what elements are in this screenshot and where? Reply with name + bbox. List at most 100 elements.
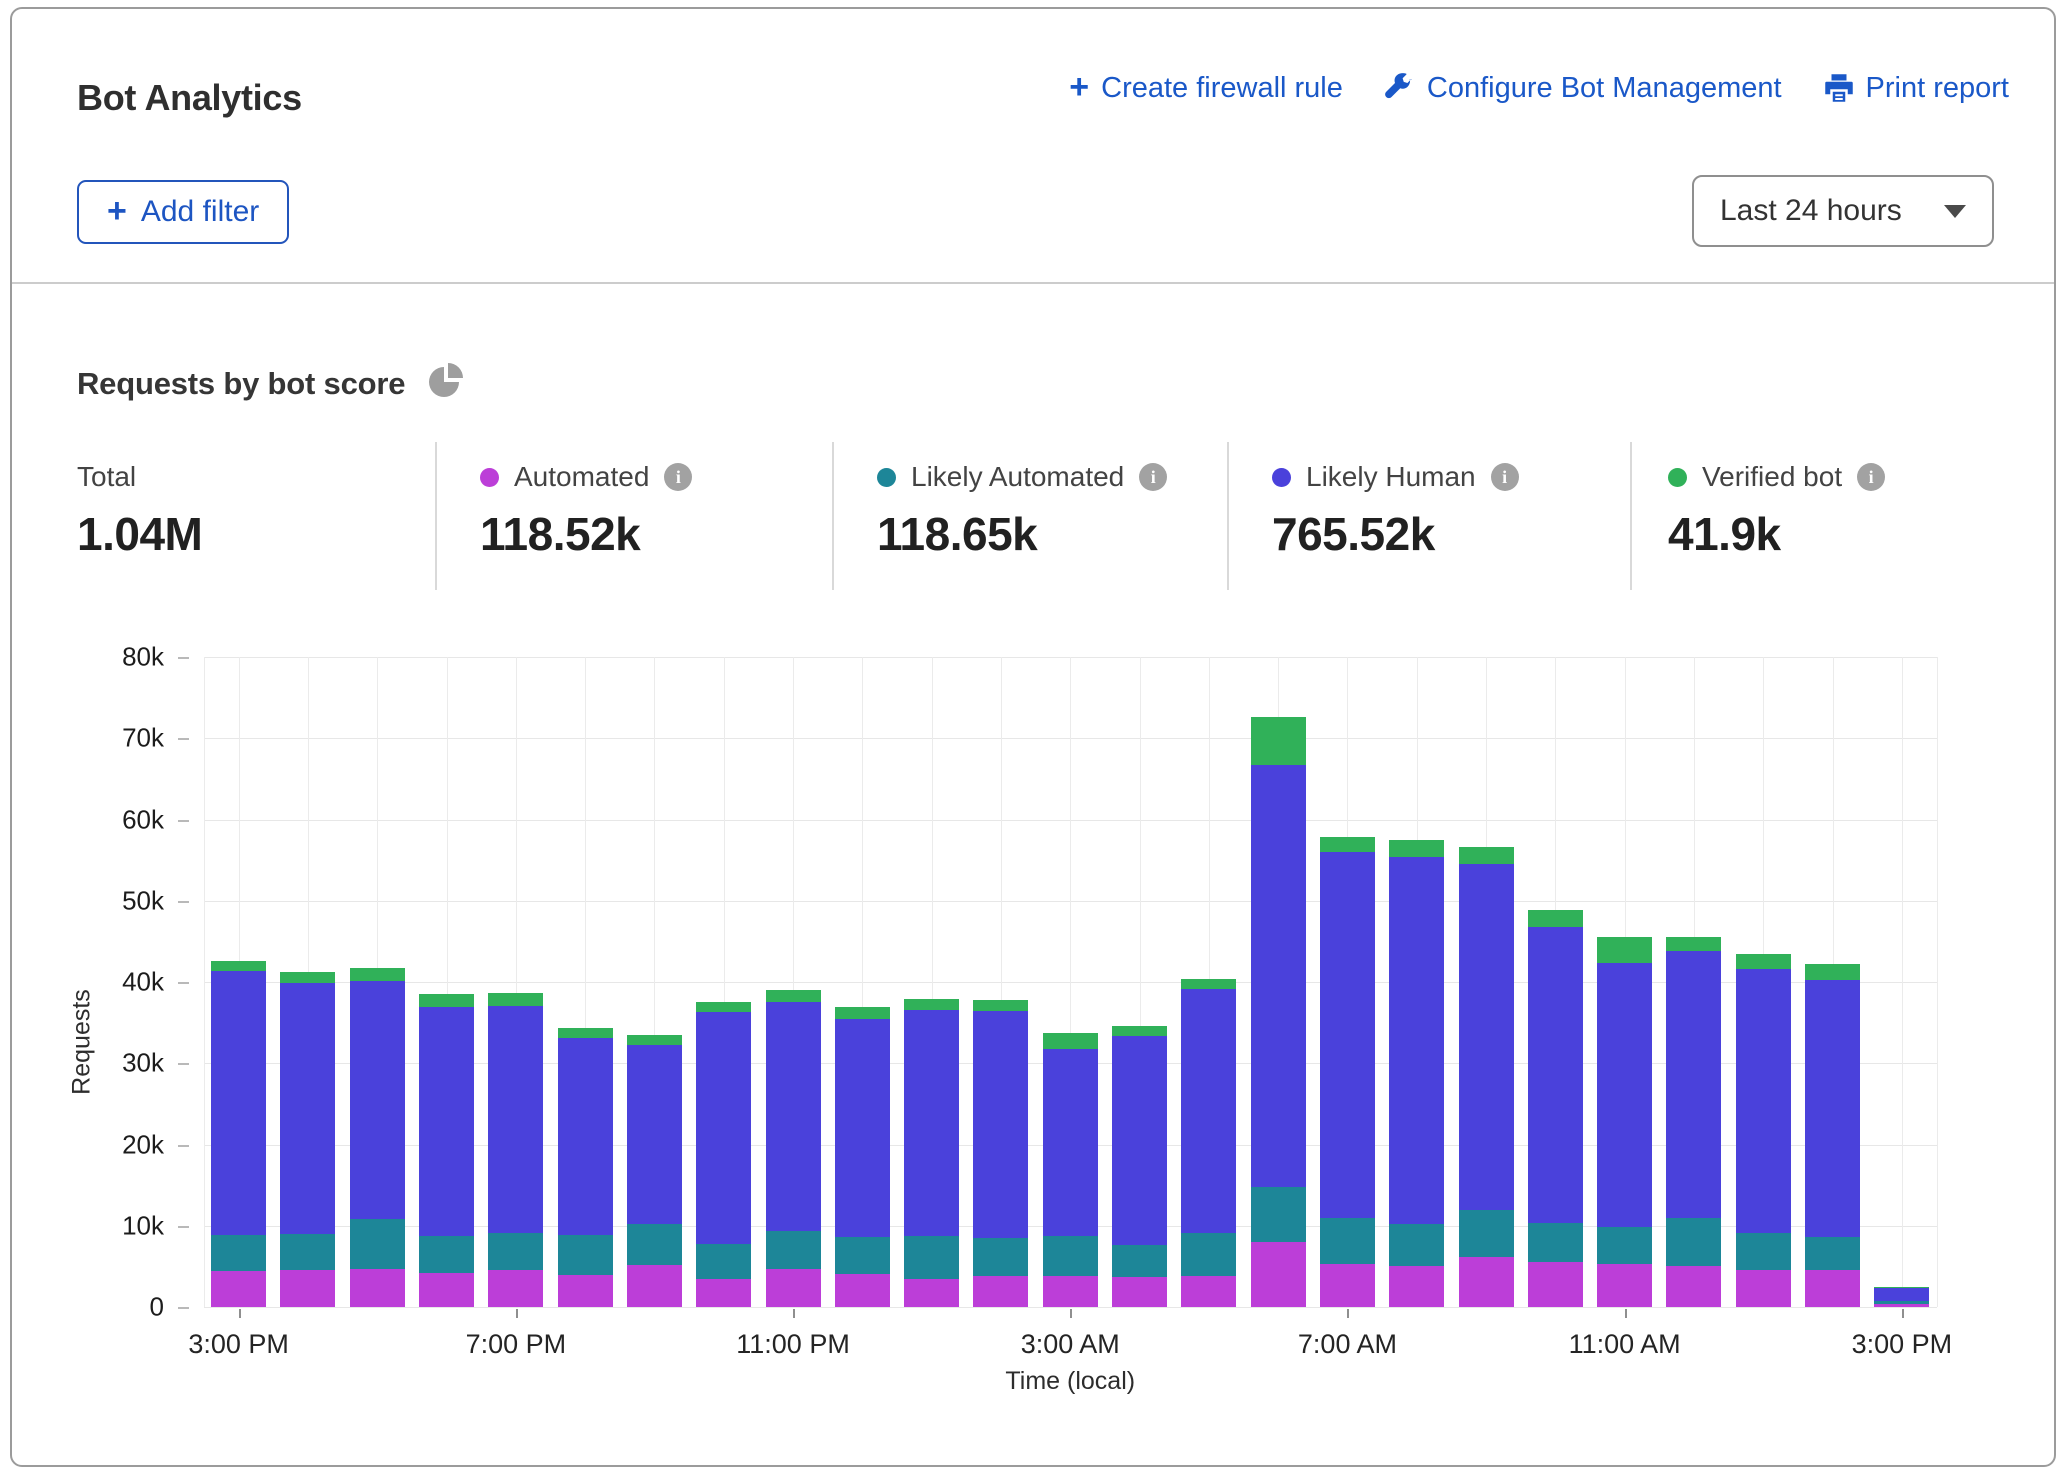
bar-segment-verified-bot — [835, 1007, 890, 1018]
bar-8-00-pm[interactable] — [558, 1028, 613, 1307]
bar-segment-likely-human — [558, 1038, 613, 1235]
bar-segment-likely-automated — [1043, 1236, 1098, 1277]
x-axis-tick — [793, 1309, 795, 1318]
bar-9-00-am[interactable] — [1459, 847, 1514, 1307]
info-icon[interactable]: i — [664, 463, 692, 491]
bar-segment-likely-automated — [280, 1234, 335, 1271]
bar-segment-likely-human — [1528, 927, 1583, 1223]
bar-segment-likely-human — [1112, 1036, 1167, 1246]
bar-3-00-pm[interactable] — [1874, 1287, 1929, 1307]
bar-3-00-am[interactable] — [1043, 1033, 1098, 1307]
bar-segment-likely-automated — [973, 1238, 1028, 1276]
bar-segment-automated — [1805, 1270, 1860, 1307]
bar-segment-automated — [419, 1273, 474, 1307]
bar-4-00-am[interactable] — [1112, 1026, 1167, 1307]
bar-segment-verified-bot — [1874, 1287, 1929, 1288]
legend-dot — [480, 468, 499, 487]
header-actions: + Create firewall rule Configure Bot Man… — [1069, 71, 2009, 105]
bar-segment-likely-human — [488, 1006, 543, 1234]
add-filter-button[interactable]: + Add filter — [77, 180, 289, 244]
stat-value: 118.52k — [480, 507, 692, 561]
bar-6-00-pm[interactable] — [419, 994, 474, 1307]
bar-11-00-pm[interactable] — [766, 990, 821, 1307]
stat-total: Total1.04M — [77, 461, 202, 561]
stat-label-row: Likely Humani — [1272, 461, 1519, 493]
bar-7-00-pm[interactable] — [488, 993, 543, 1307]
bar-2-00-pm[interactable] — [1805, 964, 1860, 1307]
y-axis-tick — [178, 901, 189, 903]
bar-6-00-am[interactable] — [1251, 717, 1306, 1307]
bar-segment-automated — [1112, 1277, 1167, 1307]
gridline — [204, 901, 1937, 902]
add-filter-label: Add filter — [141, 195, 259, 229]
bar-segment-automated — [1459, 1257, 1514, 1307]
x-axis-tick — [516, 1309, 518, 1318]
bar-segment-likely-automated — [419, 1236, 474, 1273]
x-axis-tick-label: 3:00 PM — [188, 1329, 289, 1360]
bar-3-00-pm[interactable] — [211, 961, 266, 1307]
bar-segment-verified-bot — [1666, 937, 1721, 952]
bar-12-00-am[interactable] — [835, 1007, 890, 1307]
configure-bot-management-link[interactable]: Configure Bot Management — [1385, 72, 1782, 105]
bar-segment-automated — [558, 1275, 613, 1308]
x-axis-tick-label: 7:00 AM — [1298, 1329, 1397, 1360]
chart-section-title: Requests by bot score — [77, 366, 405, 402]
time-range-select[interactable]: Last 24 hours — [1692, 175, 1994, 247]
print-report-link[interactable]: Print report — [1824, 72, 2009, 105]
create-firewall-rule-link[interactable]: + Create firewall rule — [1069, 71, 1343, 105]
bar-1-00-am[interactable] — [904, 999, 959, 1307]
x-axis-tick-label: 11:00 AM — [1569, 1329, 1681, 1360]
y-axis-tick-label: 70k — [44, 723, 164, 754]
bar-segment-likely-human — [1874, 1288, 1929, 1302]
bar-10-00-pm[interactable] — [696, 1002, 751, 1308]
y-axis-tick — [178, 1145, 189, 1147]
y-axis-tick — [178, 738, 189, 740]
y-axis-tick-label: 20k — [44, 1129, 164, 1160]
plus-icon: + — [1069, 70, 1089, 104]
bar-segment-verified-bot — [1112, 1026, 1167, 1036]
wrench-icon — [1385, 73, 1415, 103]
bar-segment-likely-automated — [696, 1244, 751, 1280]
bar-segment-verified-bot — [1528, 910, 1583, 927]
bar-segment-verified-bot — [627, 1035, 682, 1045]
bar-segment-likely-automated — [1320, 1218, 1375, 1264]
bar-segment-likely-human — [835, 1019, 890, 1238]
stat-divider — [1630, 442, 1632, 590]
bar-segment-likely-human — [904, 1010, 959, 1236]
bar-segment-likely-human — [1389, 857, 1444, 1224]
configure-bot-management-label: Configure Bot Management — [1427, 72, 1782, 105]
bar-5-00-pm[interactable] — [350, 968, 405, 1307]
bar-9-00-pm[interactable] — [627, 1035, 682, 1307]
y-axis-tick-label: 30k — [44, 1048, 164, 1079]
legend-dot — [877, 468, 896, 487]
bar-segment-likely-automated — [627, 1224, 682, 1265]
stat-label: Likely Automated — [911, 461, 1124, 493]
bar-segment-verified-bot — [1251, 717, 1306, 765]
bar-11-00-am[interactable] — [1597, 937, 1652, 1307]
bar-10-00-am[interactable] — [1528, 910, 1583, 1307]
bar-segment-verified-bot — [1805, 964, 1860, 979]
stat-likely-human: Likely Humani765.52k — [1272, 461, 1519, 561]
stat-value: 41.9k — [1668, 507, 1885, 561]
bar-4-00-pm[interactable] — [280, 972, 335, 1307]
bar-segment-automated — [1043, 1276, 1098, 1307]
y-axis-tick — [178, 1063, 189, 1065]
bar-8-00-am[interactable] — [1389, 840, 1444, 1307]
stat-divider — [1227, 442, 1229, 590]
info-icon[interactable]: i — [1857, 463, 1885, 491]
y-axis-tick — [178, 657, 189, 659]
bar-segment-likely-automated — [1251, 1187, 1306, 1242]
bar-2-00-am[interactable] — [973, 1000, 1028, 1307]
bar-segment-likely-human — [696, 1012, 751, 1244]
bar-5-00-am[interactable] — [1181, 979, 1236, 1307]
stat-automated: Automatedi118.52k — [480, 461, 692, 561]
bar-segment-automated — [766, 1269, 821, 1307]
bar-7-00-am[interactable] — [1320, 837, 1375, 1307]
info-icon[interactable]: i — [1491, 463, 1519, 491]
bar-segment-likely-human — [973, 1011, 1028, 1238]
bar-1-00-pm[interactable] — [1736, 954, 1791, 1307]
legend-dot — [1272, 468, 1291, 487]
info-icon[interactable]: i — [1139, 463, 1167, 491]
bar-segment-likely-automated — [1874, 1301, 1929, 1303]
bar-12-00-pm[interactable] — [1666, 937, 1721, 1308]
